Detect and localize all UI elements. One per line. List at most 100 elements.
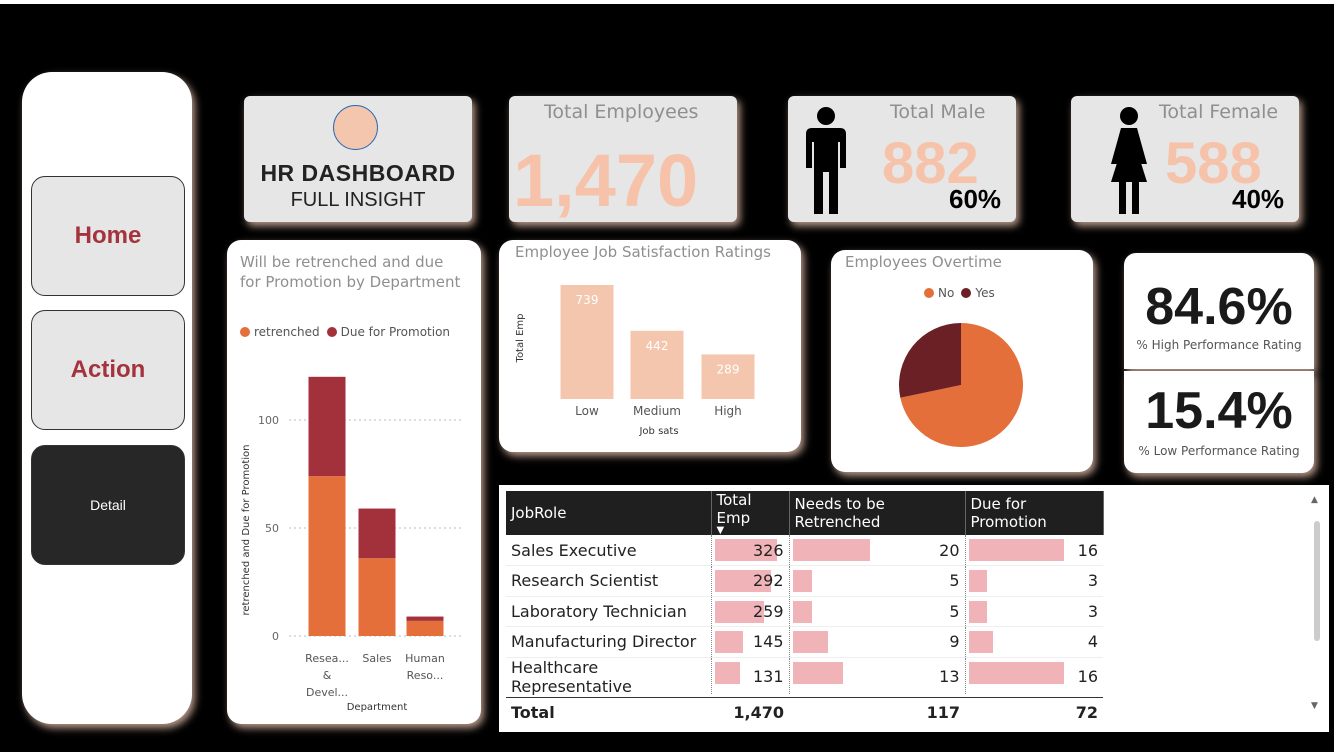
table-scrollbar[interactable]: ▲ ▼ bbox=[1311, 495, 1321, 711]
total-male-pct: 60% bbox=[949, 184, 1002, 214]
x-tick-label: Resea... & Devel... bbox=[305, 652, 349, 699]
table-total: Total 1,470 117 72 bbox=[506, 697, 1103, 728]
action-button[interactable]: Action bbox=[31, 310, 185, 430]
cell-retrench: 20 bbox=[788, 535, 965, 566]
legend-swatch-retrenched bbox=[240, 327, 250, 337]
total-label: Total bbox=[506, 697, 711, 728]
cell-text: 292 bbox=[752, 571, 784, 591]
cell-text: 326 bbox=[752, 540, 784, 560]
scroll-up-icon[interactable]: ▲ bbox=[1311, 495, 1318, 505]
retrench-promotion-chart: 0 50 100 retrenched and Due for Promotion Re… bbox=[241, 376, 463, 713]
x-tick-label: Medium bbox=[633, 404, 681, 418]
total-female-title: Total Female bbox=[1159, 101, 1279, 123]
legend-swatch-promotion bbox=[326, 327, 337, 337]
cell-text: 259 bbox=[752, 601, 784, 621]
jobrole-table: JobRole Total Emp ▼ Needs to be Retrench… bbox=[506, 491, 1104, 695]
cell-role: Healthcare Representative bbox=[506, 657, 711, 695]
cell-total: 145 bbox=[710, 626, 789, 658]
cell-bar bbox=[714, 661, 740, 684]
cell-text: Sales Executive bbox=[511, 540, 637, 560]
table-row[interactable]: Research Scientist 292 5 3 bbox=[506, 565, 1103, 597]
overtime-pie-chart bbox=[899, 323, 1023, 447]
cell-promo: 16 bbox=[964, 657, 1103, 695]
cell-text: 131 bbox=[752, 667, 784, 686]
total-male-card: Total Male 882 60% bbox=[788, 96, 1016, 222]
column-header-retrench[interactable]: Needs to be Retrenched bbox=[789, 491, 966, 535]
cell-retrench: 13 bbox=[788, 657, 965, 695]
retrench-promotion-chart-card: Will be retrenched and due for Promotion… bbox=[227, 240, 481, 724]
cell-text: 13 bbox=[939, 667, 960, 686]
cell-bar bbox=[968, 631, 993, 653]
cell-role: Laboratory Technician bbox=[506, 596, 711, 627]
table-row[interactable]: Laboratory Technician 259 5 3 bbox=[506, 596, 1103, 627]
top-strip bbox=[0, 0, 1334, 4]
scroll-down-icon[interactable]: ▼ bbox=[1311, 701, 1318, 711]
female-person-icon bbox=[1111, 107, 1147, 214]
bar-promotion[interactable] bbox=[308, 376, 346, 477]
table-row[interactable]: Healthcare Representative 131 13 16 bbox=[506, 657, 1103, 695]
x-tick-label: Sales bbox=[362, 652, 392, 665]
column-header-total-emp[interactable]: Total Emp ▼ bbox=[711, 491, 790, 536]
satisfaction-bar[interactable] bbox=[701, 354, 755, 399]
overtime-chart-card: Employees Overtime No Yes bbox=[831, 250, 1093, 472]
cell-bar bbox=[792, 600, 812, 623]
bar-retrenched[interactable] bbox=[308, 476, 346, 636]
bar-retrenched[interactable] bbox=[406, 620, 444, 636]
bar-retrenched[interactable] bbox=[358, 558, 396, 636]
cell-promo: 3 bbox=[964, 565, 1103, 597]
total-employees-title: Total Employees bbox=[544, 101, 699, 123]
home-button[interactable]: Home bbox=[31, 176, 185, 296]
legend-swatch-yes bbox=[961, 288, 972, 298]
column-header-promotion[interactable]: Due for Promotion bbox=[965, 491, 1104, 535]
cell-text: Research Scientist bbox=[511, 571, 659, 591]
chart-legend: No Yes bbox=[924, 286, 995, 300]
chart-legend: retrenched Due for Promotion bbox=[240, 325, 450, 339]
scroll-thumb[interactable] bbox=[1314, 521, 1320, 641]
cell-retrench: 9 bbox=[788, 626, 965, 658]
chart-title: Employees Overtime bbox=[845, 253, 1002, 271]
cell-text: 145 bbox=[752, 632, 784, 652]
table-row[interactable]: Sales Executive 326 20 16 bbox=[506, 535, 1103, 566]
total-promo-value: 72 bbox=[965, 697, 1103, 728]
total-male-title: Total Male bbox=[890, 101, 986, 123]
data-label: 289 bbox=[717, 362, 740, 376]
page-title: HR DASHBOARD bbox=[260, 160, 456, 186]
job-satisfaction-chart-card: Employee Job Satisfaction Ratings 739 Low… bbox=[499, 240, 801, 452]
y-axis-label: Total Emp bbox=[515, 314, 526, 364]
cell-bar bbox=[968, 539, 1064, 561]
low-performance-label: % Low Performance Rating bbox=[1138, 444, 1300, 458]
jobrole-table-card: JobRole Total Emp ▼ Needs to be Retrench… bbox=[499, 485, 1329, 732]
bar-promotion[interactable] bbox=[358, 508, 396, 559]
column-header-total-emp-label: Total Emp bbox=[716, 491, 752, 527]
cell-bar bbox=[968, 570, 987, 592]
cell-text: 16 bbox=[1077, 540, 1098, 560]
cell-total: 259 bbox=[710, 596, 789, 627]
column-header-jobrole[interactable]: JobRole bbox=[506, 491, 712, 535]
low-performance-card: 15.4% % Low Performance Rating bbox=[1124, 371, 1314, 473]
total-employees-card: Total Employees 1,470 bbox=[509, 96, 737, 222]
bar-promotion[interactable] bbox=[406, 616, 444, 621]
cell-bar bbox=[792, 570, 812, 592]
cell-text: 3 bbox=[1087, 571, 1098, 591]
detail-button[interactable]: Detail bbox=[31, 445, 185, 565]
cell-total: 292 bbox=[710, 565, 789, 597]
cell-bar bbox=[714, 631, 743, 653]
high-performance-label: % High Performance Rating bbox=[1136, 338, 1302, 352]
y-tick-label: 100 bbox=[258, 414, 279, 427]
x-axis-label: Job sats bbox=[638, 426, 678, 437]
x-tick-label: Human Reso... bbox=[405, 652, 445, 682]
hr-title-card: HR DASHBOARD FULL INSIGHT bbox=[244, 96, 472, 222]
cell-promo: 3 bbox=[964, 596, 1103, 627]
sidebar: Home Action Detail bbox=[22, 72, 192, 724]
cell-retrench: 5 bbox=[788, 596, 965, 627]
low-performance-value: 15.4% bbox=[1145, 382, 1293, 440]
job-satisfaction-chart: 739 Low 442 Medium 289 High Job sats Total Emp bbox=[515, 285, 755, 437]
chart-title: Employee Job Satisfaction Ratings bbox=[515, 243, 771, 261]
table-row[interactable]: Manufacturing Director 145 9 4 bbox=[506, 626, 1103, 658]
pie-slice-yes[interactable] bbox=[899, 323, 961, 398]
cell-text: 16 bbox=[1077, 667, 1098, 686]
legend-swatch-no bbox=[924, 288, 934, 298]
cell-role: Manufacturing Director bbox=[506, 626, 711, 658]
logo-circle-icon bbox=[333, 105, 378, 150]
sort-desc-icon: ▼ bbox=[716, 525, 725, 536]
